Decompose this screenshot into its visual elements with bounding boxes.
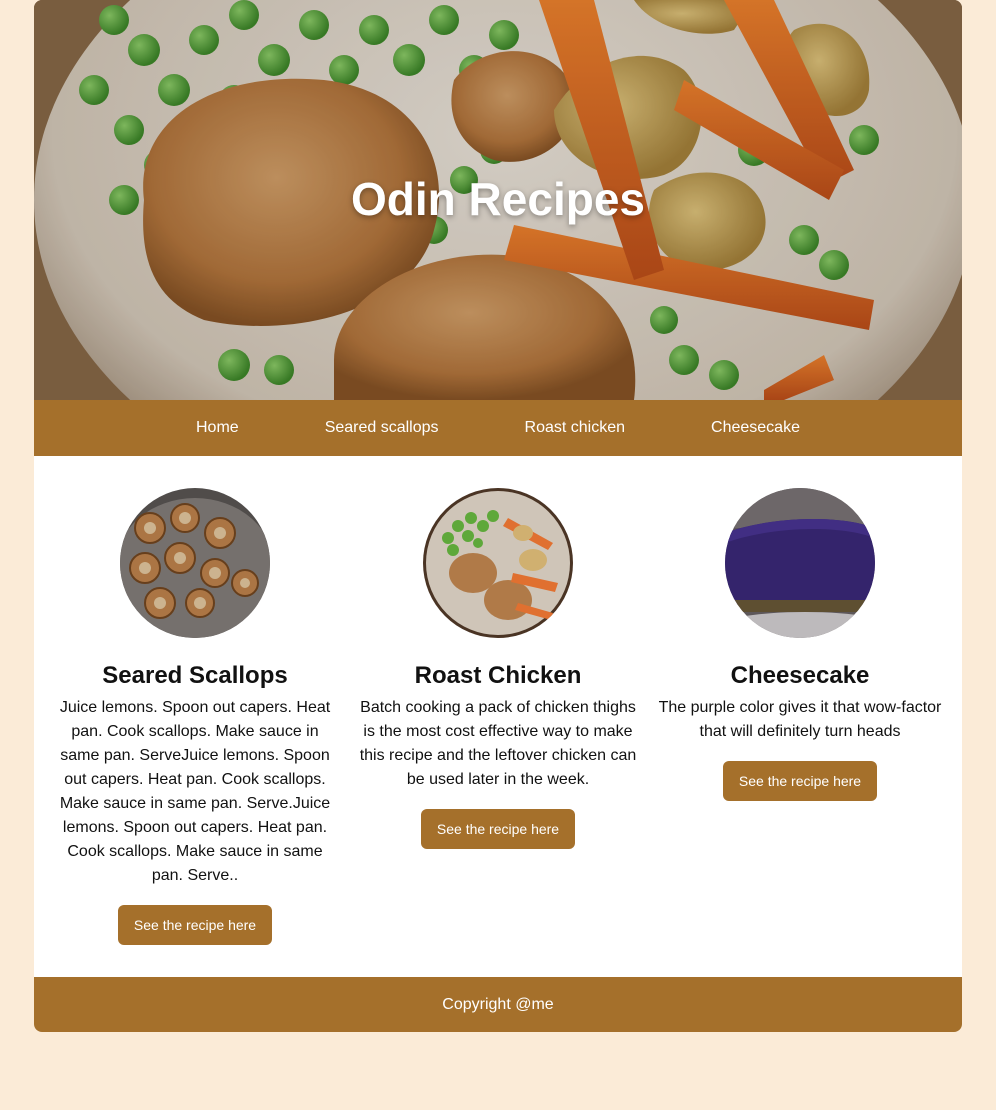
- hero-banner: Odin Recipes: [34, 0, 962, 400]
- main-nav: Home Seared scallops Roast chicken Chees…: [34, 400, 962, 456]
- recipe-cards: Seared Scallops Juice lemons. Spoon out …: [34, 456, 962, 977]
- cheesecake-image: [725, 488, 875, 638]
- site-footer: Copyright @me: [34, 977, 962, 1032]
- recipe-description: Juice lemons. Spoon out capers. Heat pan…: [59, 699, 331, 884]
- recipe-description: The purple color gives it that wow-facto…: [658, 699, 942, 740]
- recipe-card-scallops: Seared Scallops Juice lemons. Spoon out …: [52, 488, 338, 945]
- recipe-title: Roast Chicken: [414, 662, 582, 689]
- recipe-card-cheesecake: Cheesecake The purple color gives it tha…: [657, 488, 943, 801]
- nav-link-roast-chicken[interactable]: Roast chicken: [482, 400, 669, 456]
- nav-link-home[interactable]: Home: [153, 400, 282, 456]
- recipe-title: Seared Scallops: [102, 662, 288, 689]
- see-recipe-button[interactable]: See the recipe here: [420, 809, 576, 849]
- nav-link-cheesecake[interactable]: Cheesecake: [668, 400, 843, 456]
- site-title: Odin Recipes: [351, 173, 645, 225]
- recipe-card-roast-chicken: Roast Chicken Batch cooking a pack of ch…: [355, 488, 641, 849]
- page-container: Odin Recipes Home Seared scallops Roast …: [34, 0, 962, 1032]
- see-recipe-button[interactable]: See the recipe here: [722, 761, 878, 801]
- recipe-description: Batch cooking a pack of chicken thighs i…: [359, 699, 637, 788]
- see-recipe-button[interactable]: See the recipe here: [117, 905, 273, 945]
- copyright-text: Copyright @me: [442, 996, 554, 1013]
- recipe-title: Cheesecake: [730, 662, 870, 689]
- scallops-image: [120, 488, 270, 638]
- nav-link-seared-scallops[interactable]: Seared scallops: [282, 400, 482, 456]
- roast-chicken-image: [423, 488, 573, 638]
